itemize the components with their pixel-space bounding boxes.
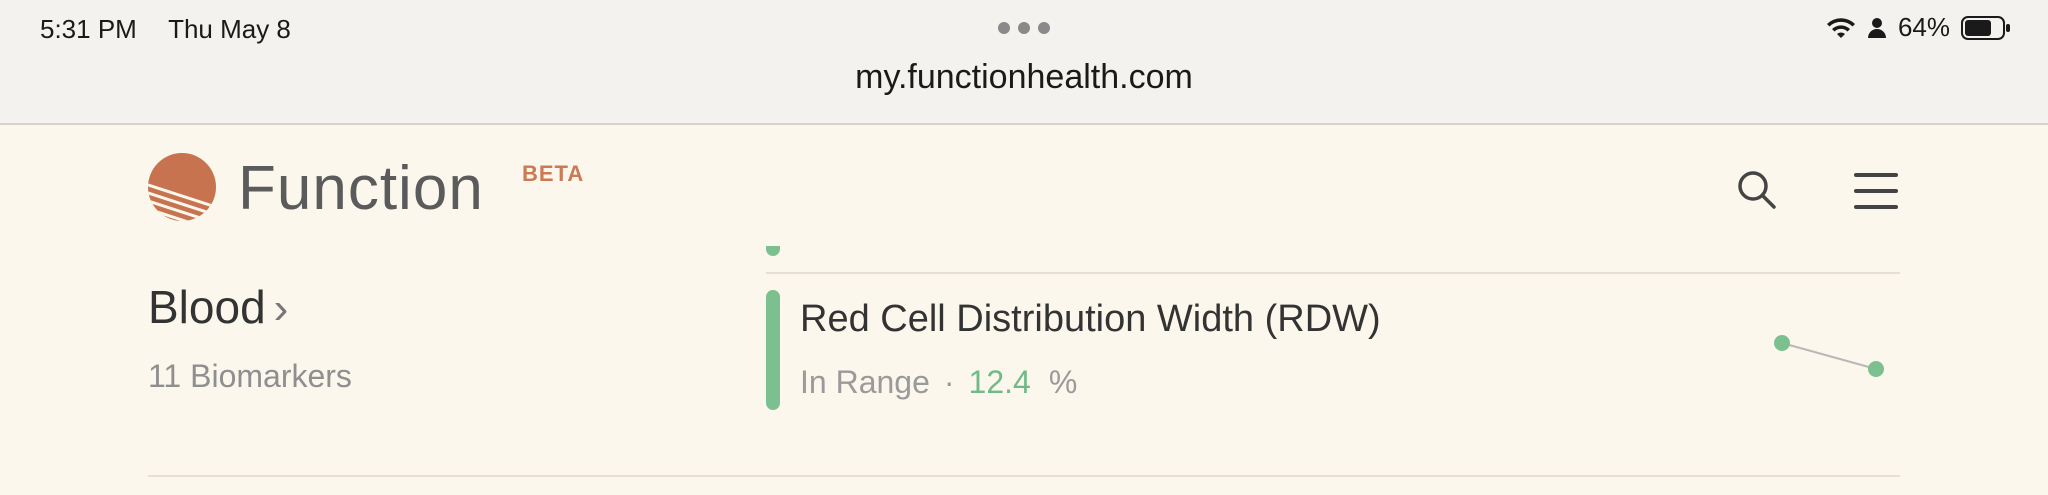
trend-sparkline[interactable] — [1760, 330, 1890, 380]
status-date: Thu May 8 — [168, 14, 291, 44]
trend-point — [1868, 361, 1884, 377]
beta-badge: BETA — [522, 161, 585, 186]
status-bar: 5:31 PM Thu May 8 64% my.functionhealth.… — [0, 0, 2048, 125]
status-icons: 64% — [1826, 12, 2012, 43]
separator: · — [943, 364, 955, 400]
url-bar[interactable]: my.functionhealth.com — [0, 58, 2048, 97]
biomarker-count: 11 Biomarkers — [148, 358, 352, 394]
biomarker-result: In Range · 12.4% — [800, 364, 1077, 401]
dot — [998, 22, 1010, 34]
biomarker-name[interactable]: Red Cell Distribution Width (RDW) — [800, 298, 1381, 341]
search-icon[interactable] — [1732, 165, 1782, 215]
dot — [1018, 22, 1030, 34]
function-logo-icon[interactable] — [146, 151, 218, 223]
category-title: Blood — [148, 281, 266, 333]
row-divider — [766, 272, 1900, 274]
trend-point — [1774, 335, 1790, 351]
wifi-icon — [1826, 17, 1855, 38]
dot — [1038, 22, 1050, 34]
battery-icon — [1961, 15, 2010, 40]
chevron-right-icon: › — [273, 284, 289, 333]
status-indicator-bar — [766, 290, 780, 410]
multitasking-dots[interactable] — [998, 22, 1050, 34]
row-divider — [148, 475, 1900, 477]
status-time-date: 5:31 PM Thu May 8 — [40, 14, 291, 45]
trend-line — [1781, 342, 1877, 370]
result-value: 12.4 — [968, 364, 1031, 400]
result-unit: % — [1048, 364, 1078, 400]
category-title-blood[interactable]: Blood › — [148, 280, 288, 334]
app-header: Function BETA — [0, 125, 2048, 245]
status-time: 5:31 PM — [40, 14, 137, 44]
person-icon — [1867, 17, 1886, 38]
brand-name[interactable]: Function — [238, 153, 484, 224]
status-label: In Range — [800, 364, 930, 400]
battery-percentage: 64% — [1897, 12, 1950, 42]
previous-row-status-marker — [766, 246, 780, 256]
menu-icon[interactable] — [1852, 169, 1900, 213]
